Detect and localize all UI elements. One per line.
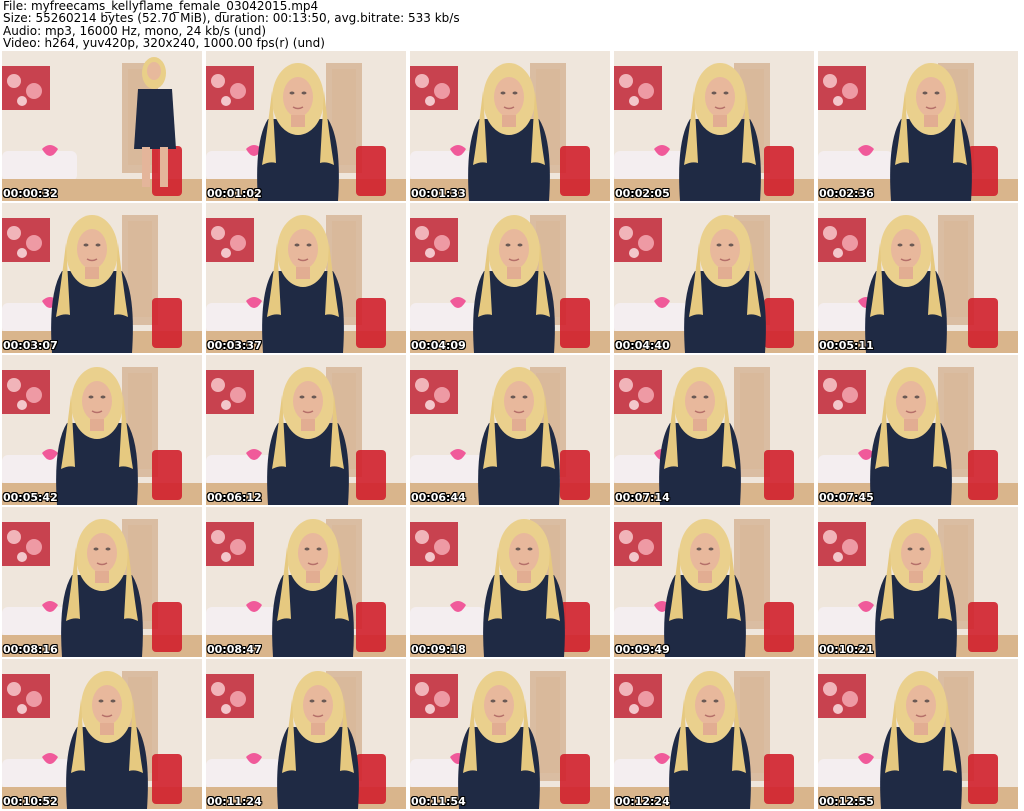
video-frame-thumbnail: 00:01:33	[410, 51, 610, 201]
video-frame-thumbnail: 00:11:54	[410, 659, 610, 809]
frame-timestamp: 00:05:11	[819, 339, 874, 352]
file-info-header: File: myfreecams_kellyflame_female_03042…	[3, 0, 460, 49]
video-frame-thumbnail: 00:02:36	[818, 51, 1018, 201]
frame-image	[818, 355, 1018, 505]
frame-timestamp: 00:12:24	[615, 795, 670, 808]
frame-timestamp: 00:10:21	[819, 643, 874, 656]
frame-image	[614, 355, 814, 505]
video-frame-thumbnail: 00:04:09	[410, 203, 610, 353]
video-frame-thumbnail: 00:01:02	[206, 51, 406, 201]
frame-timestamp: 00:03:07	[3, 339, 58, 352]
frame-image	[410, 659, 610, 809]
frame-timestamp: 00:11:54	[411, 795, 466, 808]
frame-timestamp: 00:01:02	[207, 187, 262, 200]
frame-timestamp: 00:07:45	[819, 491, 874, 504]
frame-image	[2, 51, 202, 201]
frame-timestamp: 00:04:09	[411, 339, 466, 352]
frame-image	[2, 203, 202, 353]
frame-timestamp: 00:00:32	[3, 187, 58, 200]
video-frame-thumbnail: 00:07:45	[818, 355, 1018, 505]
frame-image	[614, 203, 814, 353]
frame-timestamp: 00:07:14	[615, 491, 670, 504]
frame-image	[206, 659, 406, 809]
video-frame-thumbnail: 00:06:12	[206, 355, 406, 505]
video-frame-thumbnail: 00:04:40	[614, 203, 814, 353]
video-frame-thumbnail: 00:10:52	[2, 659, 202, 809]
frame-image	[2, 507, 202, 657]
frame-image	[206, 355, 406, 505]
video-frame-thumbnail: 00:12:24	[614, 659, 814, 809]
frame-timestamp: 00:09:49	[615, 643, 670, 656]
frame-timestamp: 00:06:12	[207, 491, 262, 504]
frame-timestamp: 00:05:42	[3, 491, 58, 504]
frame-image	[206, 507, 406, 657]
frame-image	[206, 203, 406, 353]
frame-timestamp: 00:11:24	[207, 795, 262, 808]
video-frame-thumbnail: 00:06:44	[410, 355, 610, 505]
video-frame-thumbnail: 00:02:05	[614, 51, 814, 201]
file-size-line: Size: 55260214 bytes (52.70 MiB), durati…	[3, 11, 460, 26]
frame-timestamp: 00:10:52	[3, 795, 58, 808]
frame-image	[614, 659, 814, 809]
frame-timestamp: 00:12:55	[819, 795, 874, 808]
video-frame-thumbnail: 00:03:07	[2, 203, 202, 353]
video-frame-thumbnail: 00:09:18	[410, 507, 610, 657]
frame-image	[2, 659, 202, 809]
frame-image	[410, 51, 610, 201]
frame-timestamp: 00:03:37	[207, 339, 262, 352]
frame-image	[2, 355, 202, 505]
video-frame-thumbnail: 00:11:24	[206, 659, 406, 809]
frame-image	[614, 507, 814, 657]
video-frame-thumbnail: 00:05:42	[2, 355, 202, 505]
video-frame-thumbnail: 00:07:14	[614, 355, 814, 505]
frame-image	[818, 507, 1018, 657]
frame-timestamp: 00:02:05	[615, 187, 670, 200]
frame-image	[206, 51, 406, 201]
thumbnail-grid: 00:00:32 00:01:02 00:01:33 00:02:05 00:0…	[2, 51, 1022, 811]
video-info-line: Video: h264, yuv420p, 320x240, 1000.00 f…	[3, 35, 325, 50]
video-frame-thumbnail: 00:09:49	[614, 507, 814, 657]
frame-timestamp: 00:06:44	[411, 491, 466, 504]
video-frame-thumbnail: 00:03:37	[206, 203, 406, 353]
video-frame-thumbnail: 00:10:21	[818, 507, 1018, 657]
frame-timestamp: 00:09:18	[411, 643, 466, 656]
video-frame-thumbnail: 00:12:55	[818, 659, 1018, 809]
video-frame-thumbnail: 00:00:32	[2, 51, 202, 201]
frame-timestamp: 00:04:40	[615, 339, 670, 352]
frame-timestamp: 00:01:33	[411, 187, 466, 200]
frame-image	[410, 507, 610, 657]
frame-image	[410, 203, 610, 353]
video-frame-thumbnail: 00:05:11	[818, 203, 1018, 353]
frame-timestamp: 00:02:36	[819, 187, 874, 200]
frame-image	[614, 51, 814, 201]
video-frame-thumbnail: 00:08:16	[2, 507, 202, 657]
frame-timestamp: 00:08:16	[3, 643, 58, 656]
frame-image	[818, 203, 1018, 353]
frame-image	[410, 355, 610, 505]
frame-timestamp: 00:08:47	[207, 643, 262, 656]
frame-image	[818, 659, 1018, 809]
video-frame-thumbnail: 00:08:47	[206, 507, 406, 657]
frame-image	[818, 51, 1018, 201]
